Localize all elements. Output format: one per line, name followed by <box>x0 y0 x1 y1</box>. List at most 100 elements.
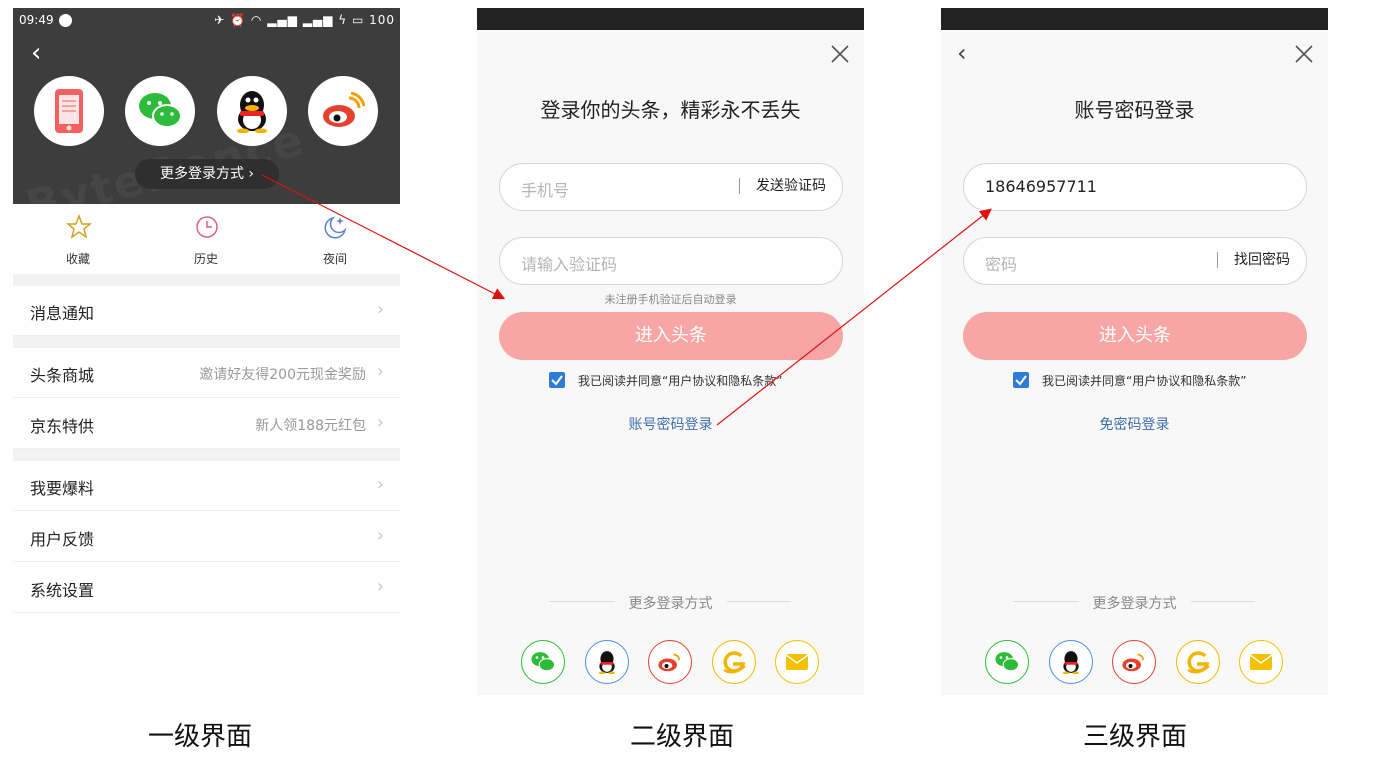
code-login-link[interactable]: 免密码登录 <box>941 414 1328 434</box>
history-icon <box>196 216 218 238</box>
more-login-button[interactable]: 更多登录方式 › <box>135 159 279 189</box>
tianyi-login-button[interactable] <box>712 640 756 684</box>
menu-item-notifications[interactable]: 消息通知 › <box>13 286 400 336</box>
chevron-right-icon: › <box>376 361 384 382</box>
mail-login-button[interactable] <box>775 640 819 684</box>
qq-icon <box>237 91 267 133</box>
menu-item-label: 我要爆料 <box>30 479 95 498</box>
menu-item-hint: 新人领188元红包 <box>255 418 366 434</box>
more-login-label: 更多登录方式 <box>1092 596 1177 612</box>
night-icon <box>324 216 347 239</box>
phone-field[interactable]: 手机号 发送验证码 <box>499 163 843 211</box>
notification-icon <box>59 14 72 27</box>
screen-level-3: ‹ 账号密码登录 18646957711 密码 找回密码 进入头条 我已阅读并同… <box>941 8 1328 695</box>
menu-item-feedback[interactable]: 用户反馈 › <box>13 512 400 562</box>
chevron-right-icon: › <box>376 525 384 546</box>
mail-login-button[interactable] <box>1239 640 1283 684</box>
account-value: 18646957711 <box>985 177 1097 196</box>
history-label: 历史 <box>193 252 218 266</box>
more-login-label: 更多登录方式 <box>159 166 244 182</box>
login-header: ByteDance 09:49 ✈ ⏰ ◠ ▂▄▆ ▂▄▆ ϟ ▭ 100 ‹ <box>13 8 400 204</box>
wechat-login-button[interactable] <box>125 76 195 146</box>
checkbox-checked-icon[interactable] <box>549 372 565 388</box>
divider-right <box>1191 601 1255 602</box>
login-card: ‹ 账号密码登录 18646957711 密码 找回密码 进入头条 我已阅读并同… <box>941 30 1328 695</box>
code-field[interactable]: 请输入验证码 <box>499 237 843 285</box>
caption-level-3: 三级界面 <box>1083 722 1188 752</box>
agreement-text: 我已阅读并同意“用户协议和隐私条款” <box>1042 374 1247 388</box>
close-icon[interactable] <box>1294 44 1314 64</box>
menu-item-mall[interactable]: 头条商城 邀请好友得200元现金奖励 › <box>13 348 400 398</box>
quick-favorites[interactable]: 收藏 <box>28 212 128 272</box>
dim-bar <box>941 8 1328 30</box>
qq-icon <box>1062 651 1080 674</box>
qq-icon <box>598 651 616 674</box>
menu-item-label: 京东特供 <box>30 417 95 436</box>
caption-level-1: 一级界面 <box>148 722 253 752</box>
section-gap <box>13 274 400 286</box>
weibo-login-button[interactable] <box>648 640 692 684</box>
tianyi-icon <box>723 651 746 674</box>
password-login-link[interactable]: 账号密码登录 <box>477 414 864 434</box>
wechat-login-button[interactable] <box>521 640 565 684</box>
phone-icon <box>55 89 83 133</box>
back-icon[interactable]: ‹ <box>31 40 41 66</box>
retrieve-password-button[interactable]: 找回密码 <box>1217 252 1290 268</box>
divider-right <box>727 601 791 602</box>
agreement-text: 我已阅读并同意“用户协议和隐私条款” <box>578 374 783 388</box>
checkbox-checked-icon[interactable] <box>1013 372 1029 388</box>
menu-item-label: 头条商城 <box>30 366 95 385</box>
auto-register-note: 未注册手机验证后自动登录 <box>604 293 737 306</box>
menu-item-settings[interactable]: 系统设置 › <box>13 563 400 613</box>
weibo-login-button[interactable] <box>1112 640 1156 684</box>
qq-login-button[interactable] <box>585 640 629 684</box>
star-icon <box>66 214 92 239</box>
chevron-right-icon: › <box>248 166 255 182</box>
qq-login-button[interactable] <box>217 76 287 146</box>
caption-level-2: 二级界面 <box>630 722 735 752</box>
wechat-icon <box>531 652 556 672</box>
mail-icon <box>1249 654 1273 670</box>
password-placeholder: 密码 <box>985 255 1018 274</box>
menu-item-report[interactable]: 我要爆料 › <box>13 461 400 511</box>
weibo-login-button[interactable] <box>308 76 378 146</box>
screen-level-1: ByteDance 09:49 ✈ ⏰ ◠ ▂▄▆ ▂▄▆ ϟ ▭ 100 ‹ <box>13 8 400 614</box>
chevron-right-icon: › <box>376 412 384 433</box>
code-placeholder: 请输入验证码 <box>521 255 618 274</box>
battery-level: 100 <box>369 13 395 27</box>
weibo-icon <box>658 653 681 672</box>
status-bar: 09:49 ✈ ⏰ ◠ ▂▄▆ ▂▄▆ ϟ ▭ 100 <box>19 11 395 31</box>
qq-login-button[interactable] <box>1049 640 1093 684</box>
send-code-button[interactable]: 发送验证码 <box>739 178 826 194</box>
menu-item-label: 系统设置 <box>30 581 95 600</box>
wechat-icon <box>139 93 182 128</box>
account-field[interactable]: 18646957711 <box>963 163 1307 211</box>
weibo-icon <box>323 92 365 127</box>
menu-item-label: 消息通知 <box>30 304 95 323</box>
status-time: 09:49 <box>19 13 54 27</box>
tianyi-icon <box>1187 651 1210 674</box>
chevron-right-icon: › <box>376 474 384 495</box>
night-label: 夜间 <box>322 252 347 266</box>
section-gap <box>13 449 400 461</box>
wechat-login-button[interactable] <box>985 640 1029 684</box>
wechat-icon <box>995 652 1020 672</box>
close-icon[interactable] <box>830 44 850 64</box>
back-icon[interactable]: ‹ <box>957 41 967 65</box>
enter-button[interactable]: 进入头条 <box>963 312 1307 360</box>
menu-item-hint: 邀请好友得200元现金奖励 <box>199 367 366 383</box>
password-field[interactable]: 密码 找回密码 <box>963 237 1307 285</box>
enter-button[interactable]: 进入头条 <box>499 312 843 360</box>
chevron-right-icon: › <box>376 576 384 597</box>
quick-night-mode[interactable]: 夜间 <box>285 212 385 272</box>
phone-placeholder: 手机号 <box>521 181 570 200</box>
page-title: 账号密码登录 <box>1074 98 1195 122</box>
menu-item-jd[interactable]: 京东特供 新人领188元红包 › <box>13 399 400 449</box>
section-gap <box>13 336 400 348</box>
favorites-label: 收藏 <box>65 252 90 266</box>
quick-history[interactable]: 历史 <box>156 212 256 272</box>
phone-login-button[interactable] <box>34 76 104 146</box>
dim-bar <box>477 8 864 30</box>
screen-level-2: 登录你的头条，精彩永不丢失 手机号 发送验证码 请输入验证码 未注册手机验证后自… <box>477 8 864 695</box>
tianyi-login-button[interactable] <box>1176 640 1220 684</box>
